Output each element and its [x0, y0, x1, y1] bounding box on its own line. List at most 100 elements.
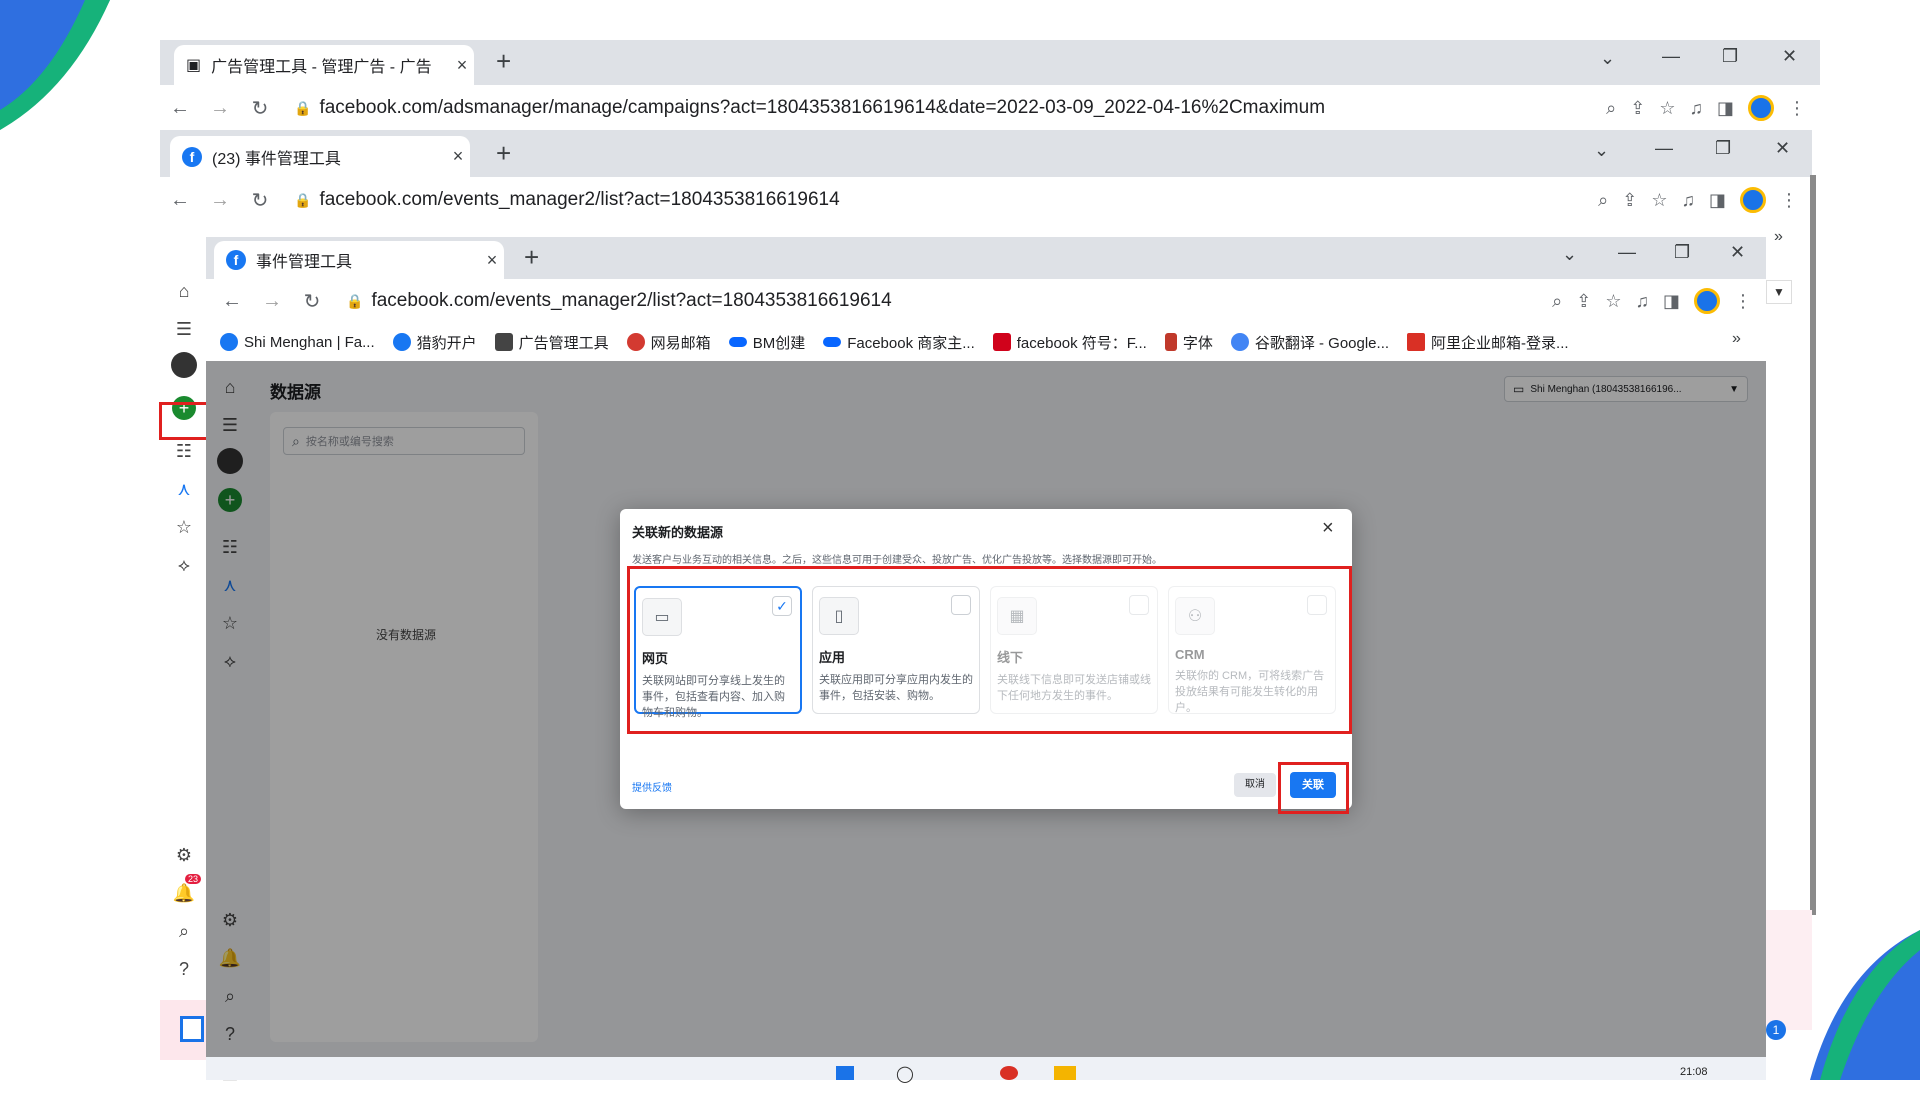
share-icon[interactable]: ⇪ — [1622, 190, 1637, 211]
lock-icon[interactable]: 🔒 — [294, 100, 311, 117]
back-icon[interactable]: ← — [212, 290, 252, 313]
dropdown-arrow-icon[interactable]: ▼ — [1766, 280, 1792, 304]
taskbar-app-icon[interactable] — [180, 1016, 204, 1042]
cancel-button[interactable]: 取消 — [1234, 773, 1276, 797]
share-icon[interactable]: ⇪ — [1630, 98, 1645, 119]
reload-icon[interactable]: ↻ — [240, 188, 280, 213]
bookmark-item[interactable]: 网易邮箱 — [626, 332, 711, 353]
window2-bookmarks-more[interactable]: » — [1774, 228, 1783, 246]
bookmark-item[interactable]: Shi Menghan | Fa... — [220, 333, 375, 351]
profile-avatar[interactable] — [1748, 95, 1774, 121]
side-panel-icon[interactable]: ◨ — [1663, 291, 1680, 312]
avatar[interactable] — [171, 352, 197, 378]
home-icon[interactable]: ⌂ — [169, 276, 199, 306]
media-icon[interactable]: ♫ — [1681, 190, 1695, 211]
tab-search-icon[interactable]: ⌄ — [1594, 140, 1609, 161]
bookmark-item[interactable]: facebook 符号：F... — [992, 332, 1147, 353]
zoom-icon[interactable]: ⌕ — [1606, 98, 1616, 119]
notifications-icon[interactable]: 🔔 23 — [169, 874, 201, 908]
media-icon[interactable]: ♫ — [1689, 98, 1703, 119]
window2-tab[interactable]: f (23) 事件管理工具 × — [170, 136, 470, 177]
bookmark-item[interactable]: 猎豹开户 — [392, 332, 477, 353]
back-icon[interactable]: ← — [160, 189, 200, 212]
menu-icon[interactable]: ⋮ — [1788, 98, 1806, 119]
menu-icon[interactable]: ⋮ — [1780, 190, 1798, 211]
star-icon[interactable]: ☆ — [1659, 98, 1675, 119]
zoom-icon[interactable]: ⌕ — [1552, 291, 1562, 312]
side-panel-icon[interactable]: ◨ — [1709, 190, 1726, 211]
window1-address-bar[interactable]: facebook.com/adsmanager/manage/campaigns… — [319, 97, 1469, 119]
media-icon[interactable]: ♫ — [1635, 291, 1649, 312]
zoom-icon[interactable]: ⌕ — [1598, 190, 1608, 211]
taskbar-folder-icon[interactable] — [1054, 1066, 1076, 1080]
taskbar-search-icon[interactable]: ◯ — [896, 1064, 914, 1084]
close-tab-icon[interactable]: × — [480, 250, 504, 271]
bookmark-item[interactable]: BM创建 — [728, 332, 806, 353]
window3-address-bar[interactable]: facebook.com/events_manager2/list?act=18… — [371, 290, 1271, 312]
start-icon[interactable] — [836, 1066, 854, 1080]
taskbar-notification-badge: 1 — [1766, 1020, 1786, 1040]
bookmark-item[interactable]: Facebook 商家主... — [823, 332, 975, 353]
partners-icon[interactable]: ⟡ — [169, 550, 199, 580]
new-tab-button[interactable]: + — [496, 46, 511, 77]
bookmark-item[interactable]: 谷歌翻译 - Google... — [1230, 332, 1389, 353]
close-window-icon[interactable]: ✕ — [1775, 138, 1790, 159]
close-window-icon[interactable]: ✕ — [1730, 242, 1745, 263]
new-tab-button[interactable]: + — [524, 242, 539, 273]
close-icon[interactable]: × — [1322, 517, 1334, 540]
tab-search-icon[interactable]: ⌄ — [1562, 244, 1577, 265]
list-icon[interactable]: ☷ — [169, 436, 199, 466]
forward-icon[interactable]: → — [252, 290, 292, 313]
tab-search-icon[interactable]: ⌄ — [1600, 48, 1615, 69]
profile-avatar[interactable] — [1694, 288, 1720, 314]
bookmark-item[interactable]: 阿里企业邮箱-登录... — [1407, 332, 1569, 353]
minimize-icon[interactable]: — — [1662, 46, 1680, 67]
window1-tab[interactable]: ▣ 广告管理工具 - 管理广告 - 广告 × — [174, 45, 474, 85]
taskbar-chrome-icon[interactable] — [1000, 1066, 1018, 1080]
window3-toolbar: ← → ↻ 🔒 facebook.com/events_manager2/lis… — [206, 279, 1766, 323]
restore-icon[interactable]: ❐ — [1674, 242, 1690, 263]
dialog-description: 发送客户与业务互动的相关信息。之后，这些信息可用于创建受众、投放广告、优化广告投… — [632, 555, 1162, 566]
data-sources-icon[interactable]: ⋏ — [169, 474, 199, 504]
new-tab-button[interactable]: + — [496, 138, 511, 169]
window2-address-bar[interactable]: facebook.com/events_manager2/list?act=18… — [319, 189, 1219, 211]
close-tab-icon[interactable]: × — [446, 146, 470, 167]
back-icon[interactable]: ← — [160, 97, 200, 120]
restore-icon[interactable]: ❐ — [1722, 46, 1738, 67]
minimize-icon[interactable]: — — [1655, 138, 1673, 159]
close-window-icon[interactable]: ✕ — [1782, 46, 1797, 67]
star-icon[interactable]: ☆ — [1651, 190, 1667, 211]
lock-icon[interactable]: 🔒 — [346, 293, 363, 310]
window3-tab[interactable]: f 事件管理工具 × — [214, 241, 504, 279]
window2-scrollbar[interactable] — [1810, 175, 1816, 915]
facebook-icon: f — [226, 250, 246, 270]
share-icon[interactable]: ⇪ — [1576, 291, 1591, 312]
bookmarks-more-button[interactable]: » — [1732, 330, 1741, 348]
close-tab-icon[interactable]: × — [450, 55, 474, 76]
minimize-icon[interactable]: — — [1618, 242, 1636, 263]
bookmark-item[interactable]: 字体 — [1164, 332, 1213, 353]
menu-icon[interactable]: ⋮ — [1734, 291, 1752, 312]
settings-icon[interactable]: ⚙ — [169, 840, 199, 870]
window1-toolbar-icons: ⌕ ⇪ ☆ ♫ ◨ ⋮ — [1606, 85, 1806, 131]
reload-icon[interactable]: ↻ — [240, 96, 280, 121]
netease-mail-icon — [626, 333, 645, 351]
menu-icon[interactable]: ☰ — [169, 314, 199, 344]
help-icon[interactable]: ? — [169, 954, 199, 984]
search-icon[interactable]: ⌕ — [169, 916, 199, 946]
feedback-link[interactable]: 提供反馈 — [632, 779, 672, 794]
bookmark-label: BM创建 — [752, 334, 806, 352]
forward-icon[interactable]: → — [200, 97, 240, 120]
side-panel-icon[interactable]: ◨ — [1717, 98, 1734, 119]
forward-icon[interactable]: → — [200, 189, 240, 212]
star-icon[interactable]: ☆ — [1605, 291, 1621, 312]
window2-toolbar-icons: ⌕ ⇪ ☆ ♫ ◨ ⋮ — [1598, 177, 1798, 223]
favorites-icon[interactable]: ☆ — [169, 512, 199, 542]
reload-icon[interactable]: ↻ — [292, 289, 332, 314]
lock-icon[interactable]: 🔒 — [294, 192, 311, 209]
restore-icon[interactable]: ❐ — [1715, 138, 1731, 159]
facebook-icon: f — [182, 146, 202, 167]
font-icon — [992, 333, 1011, 351]
profile-avatar[interactable] — [1740, 187, 1766, 213]
bookmark-item[interactable]: 广告管理工具 — [494, 332, 609, 353]
